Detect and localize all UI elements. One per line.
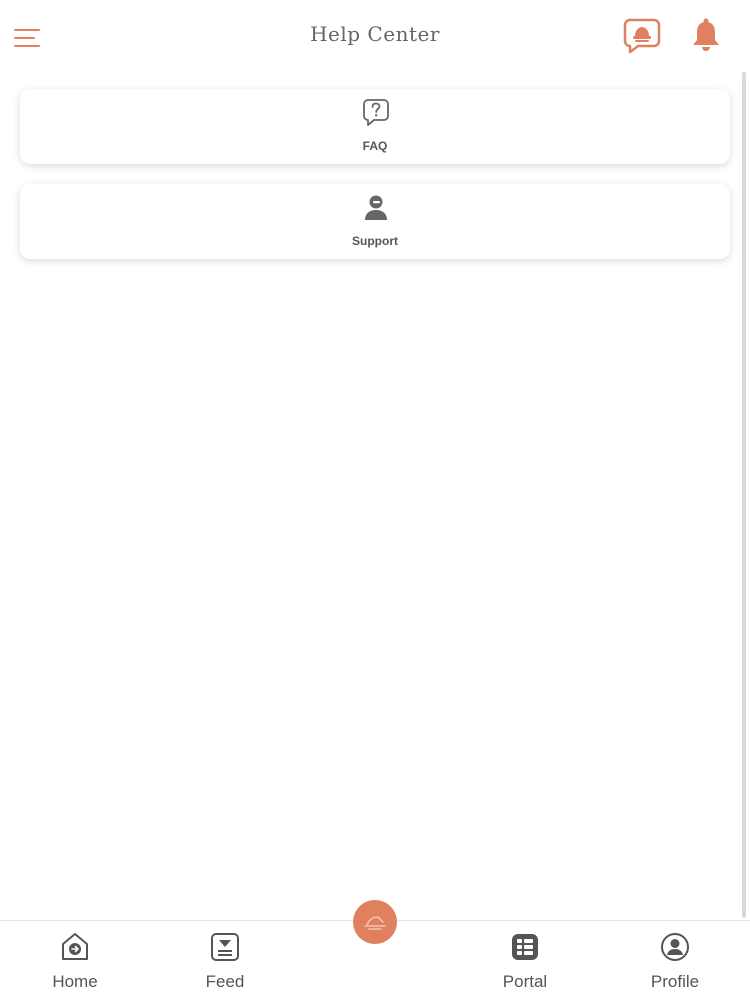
nav-item-portal[interactable]: Portal bbox=[470, 921, 580, 1000]
support-card[interactable]: Support bbox=[20, 184, 730, 259]
nav-label-portal: Portal bbox=[502, 972, 548, 991]
feed-icon bbox=[209, 931, 241, 963]
app-header: Help Center bbox=[0, 0, 750, 72]
scrollbar[interactable] bbox=[742, 72, 746, 918]
nav-item-home[interactable]: Home bbox=[20, 921, 130, 1000]
portal-grid-icon bbox=[509, 931, 541, 963]
help-chat-icon[interactable] bbox=[622, 16, 662, 54]
notification-bell-icon[interactable] bbox=[688, 16, 724, 54]
nav-label-feed: Feed bbox=[205, 972, 245, 991]
center-action-icon bbox=[364, 916, 386, 930]
faq-label: FAQ bbox=[362, 139, 388, 153]
support-label: Support bbox=[352, 234, 398, 248]
nav-label-profile: Profile bbox=[650, 972, 700, 991]
nav-label-home: Home bbox=[52, 972, 98, 991]
nav-item-profile[interactable]: Profile bbox=[620, 921, 730, 1000]
faq-card[interactable]: FAQ bbox=[20, 89, 730, 164]
profile-icon bbox=[659, 931, 691, 963]
center-action-button[interactable] bbox=[353, 900, 397, 944]
home-icon bbox=[59, 931, 91, 963]
support-agent-icon bbox=[362, 192, 390, 222]
question-bubble-icon bbox=[362, 97, 390, 127]
nav-item-feed[interactable]: Feed bbox=[170, 921, 280, 1000]
